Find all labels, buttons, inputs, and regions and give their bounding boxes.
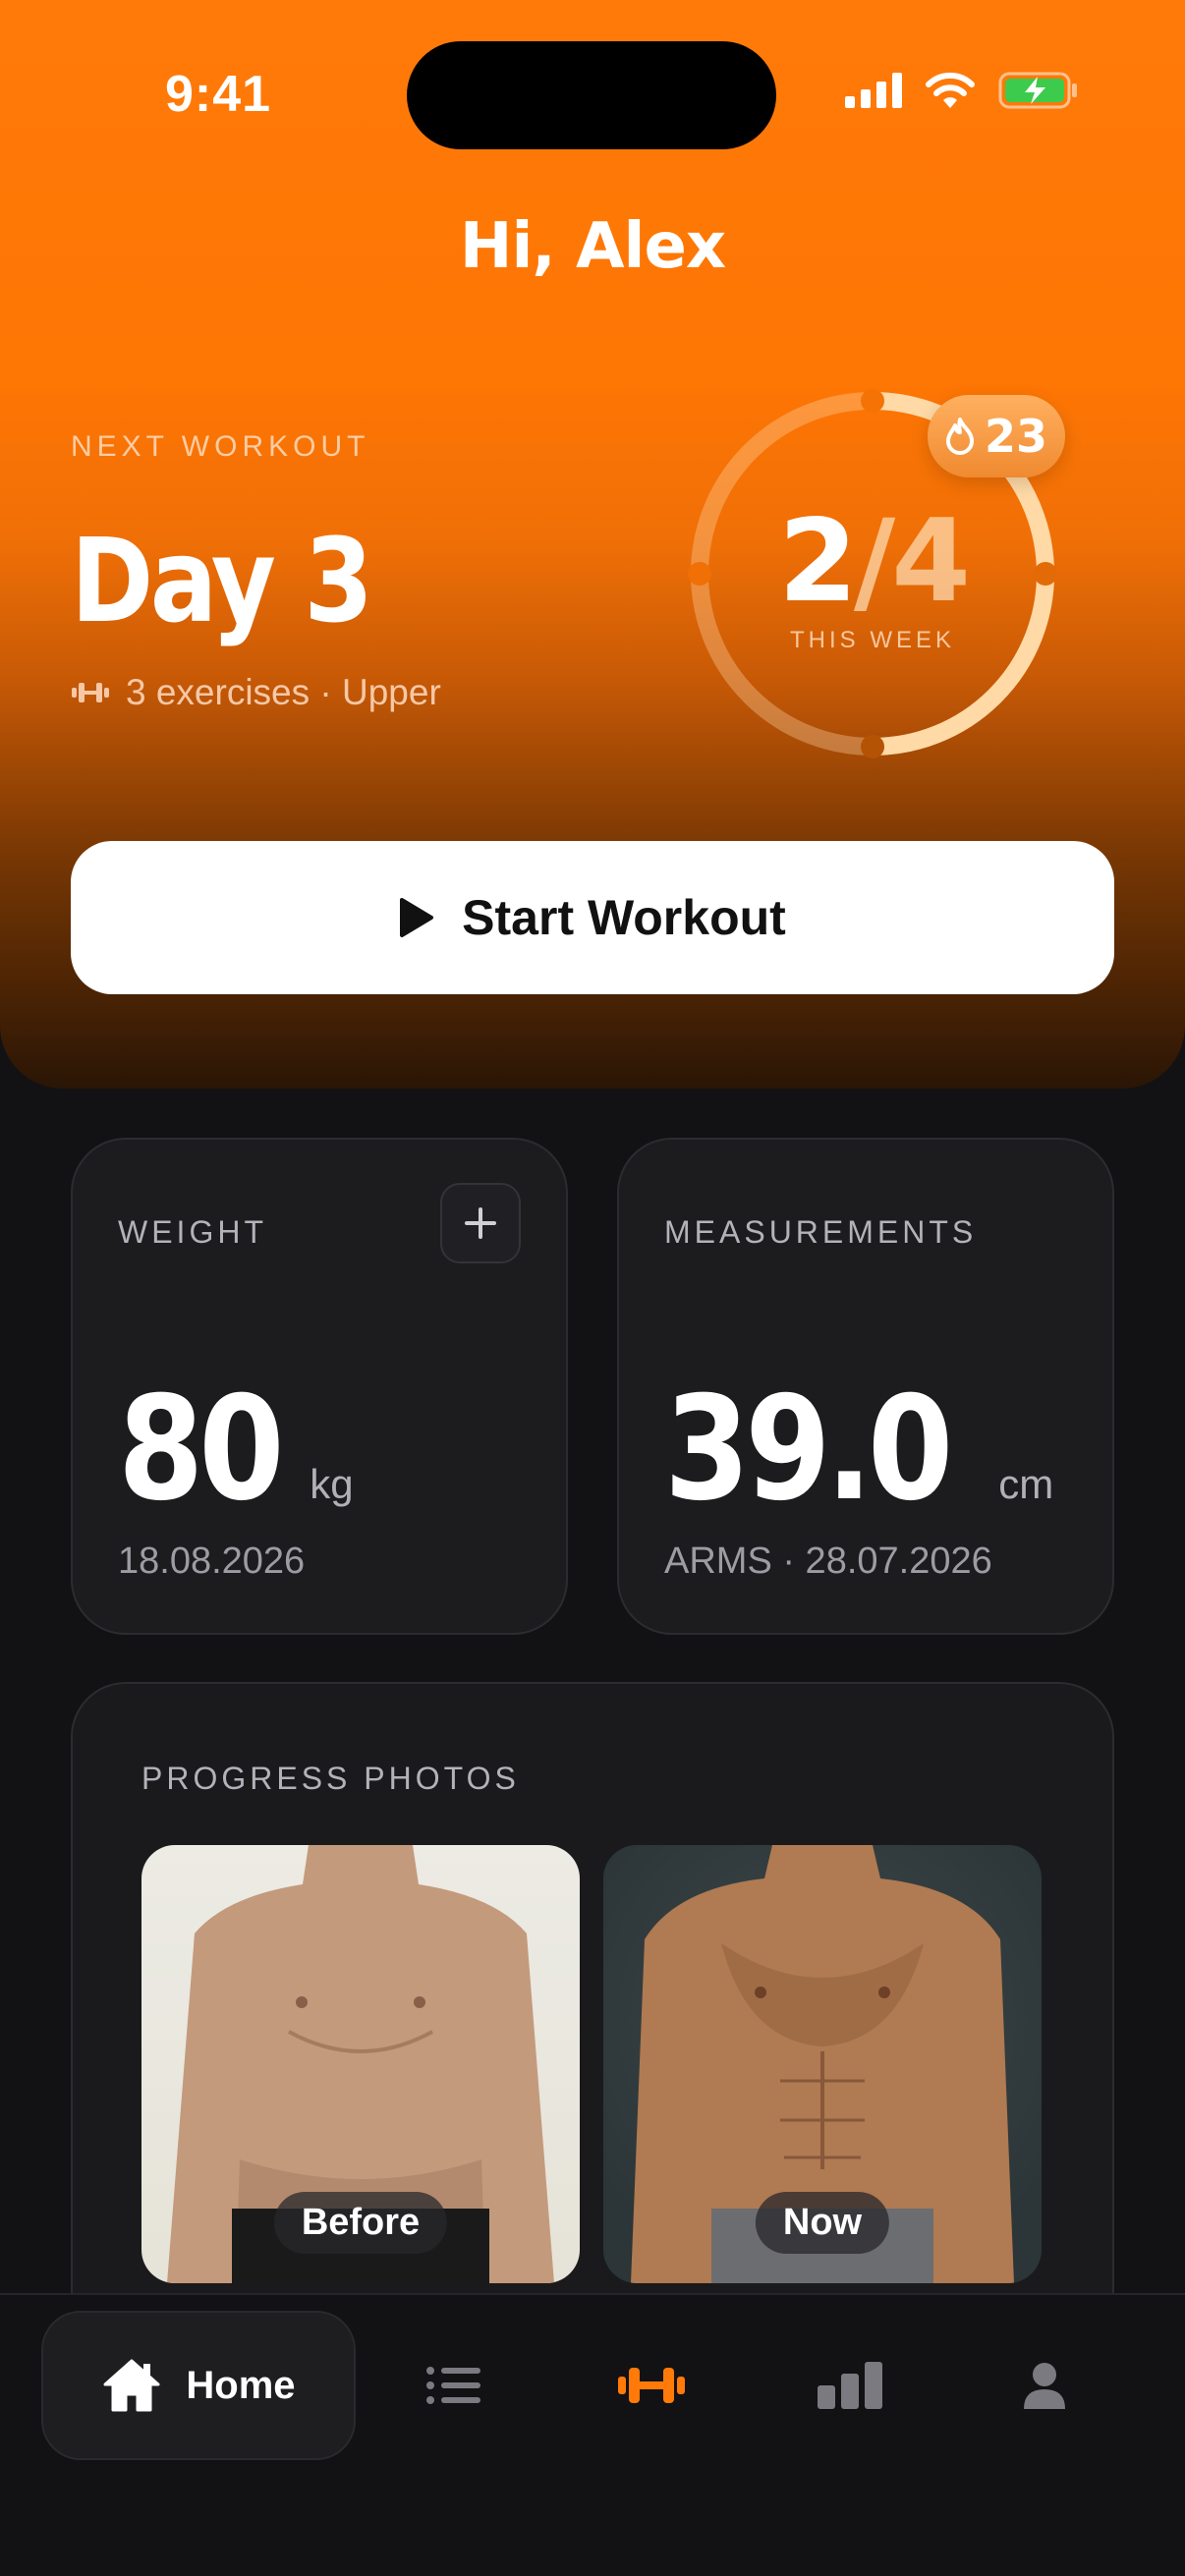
greeting-title: Hi, Alex	[459, 210, 726, 283]
status-icons	[845, 71, 1079, 110]
signal-icon	[845, 73, 902, 108]
home-icon	[103, 2359, 160, 2412]
weekly-progress-label: THIS WEEK	[789, 627, 955, 653]
dynamic-island	[407, 41, 776, 149]
weight-value: 80	[118, 1366, 285, 1533]
tab-stats[interactable]	[806, 2344, 894, 2427]
progress-photos-label: PROGRESS PHOTOS	[141, 1761, 520, 1796]
now-tag: Now	[755, 2192, 890, 2254]
weight-unit: kg	[310, 1461, 354, 1507]
weight-label: WEIGHT	[118, 1214, 267, 1250]
workout-details-text: 3 exercises · Upper	[126, 672, 441, 712]
measurements-card[interactable]: MEASUREMENTS 39.0 cm ARMS · 28.07.2026	[617, 1138, 1114, 1635]
play-icon	[400, 898, 434, 937]
dumbbell-small-icon	[72, 683, 109, 702]
tab-list[interactable]	[409, 2344, 497, 2427]
measurements-value-row: 39.0 cm	[664, 1366, 1053, 1533]
tab-profile[interactable]	[1000, 2344, 1089, 2427]
bar-chart-icon	[818, 2362, 882, 2409]
streak-count: 23	[984, 410, 1047, 463]
measurements-label: MEASUREMENTS	[664, 1214, 978, 1250]
workout-details: 3 exercises · Upper	[71, 672, 441, 713]
measurements-detail: ARMS · 28.07.2026	[664, 1540, 992, 1582]
tab-workout[interactable]	[607, 2344, 696, 2427]
now-photo[interactable]: Now	[603, 1845, 1042, 2283]
next-workout-label: NEXT WORKOUT	[71, 430, 370, 463]
workout-day-title: Day 3	[71, 513, 373, 648]
add-weight-button[interactable]	[440, 1183, 521, 1263]
wifi-icon	[926, 72, 975, 108]
weekly-total: 4	[891, 495, 971, 628]
weekly-progress-value: 2/4	[684, 495, 1061, 628]
weekly-separator: /	[853, 495, 895, 628]
weekly-done: 2	[778, 495, 858, 628]
tab-home-label: Home	[186, 2363, 296, 2407]
before-photo[interactable]: Before	[141, 1845, 580, 2283]
profile-icon	[1024, 2363, 1065, 2409]
streak-badge[interactable]: 23	[928, 395, 1065, 477]
tab-bar: Home	[0, 2293, 1185, 2576]
start-workout-label: Start Workout	[462, 890, 786, 945]
hero-section: 9:41 Hi, Alex NEXT WORKOUT Day 3 3 exerc…	[0, 0, 1185, 1089]
dumbbell-icon	[618, 2368, 685, 2403]
flame-icon	[945, 418, 974, 455]
measurements-value: 39.0	[664, 1366, 953, 1533]
weight-card[interactable]: WEIGHT 80 kg 18.08.2026	[71, 1138, 568, 1635]
weight-date: 18.08.2026	[118, 1540, 306, 1582]
tab-home[interactable]: Home	[41, 2311, 356, 2460]
list-icon	[426, 2367, 480, 2404]
start-workout-button[interactable]: Start Workout	[71, 841, 1114, 994]
plus-icon	[465, 1207, 496, 1239]
weight-value-row: 80 kg	[118, 1366, 354, 1533]
battery-icon	[998, 72, 1077, 109]
status-time: 9:41	[165, 66, 272, 123]
before-tag: Before	[273, 2192, 448, 2254]
measurements-unit: cm	[998, 1461, 1054, 1507]
